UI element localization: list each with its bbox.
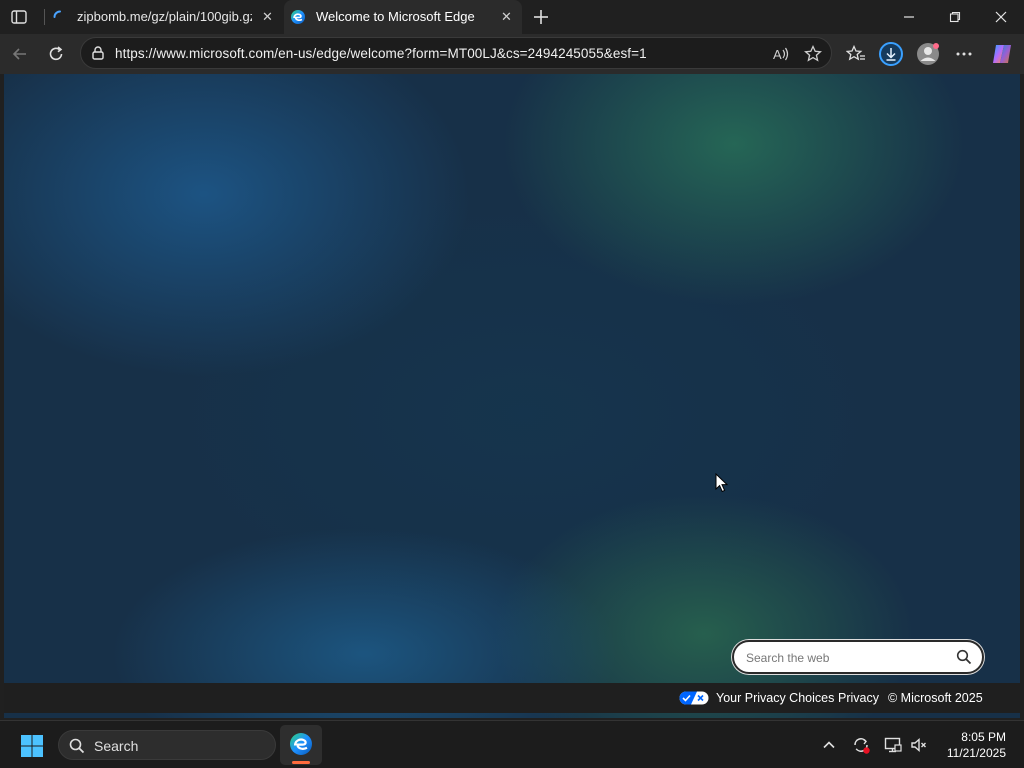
new-tab-button[interactable] — [530, 6, 552, 28]
active-app-indicator — [292, 761, 310, 764]
volume-muted-icon[interactable] — [908, 734, 930, 756]
taskbar-edge-button[interactable] — [280, 725, 322, 765]
title-bar: zipbomb.me/gz/plain/100gib.gz ✕ Welcome … — [0, 0, 1024, 34]
edge-logo-icon — [290, 9, 306, 25]
web-search-input[interactable] — [746, 649, 946, 667]
favorite-star-icon[interactable] — [803, 44, 823, 64]
privacy-choices-link[interactable]: Your Privacy Choices — [716, 691, 834, 705]
loading-spinner-icon — [53, 10, 67, 24]
copilot-icon[interactable] — [988, 40, 1016, 68]
show-hidden-icons-chevron-up-icon[interactable] — [818, 734, 840, 756]
profile-avatar[interactable] — [914, 40, 942, 68]
welcome-page-background — [4, 74, 1020, 718]
search-icon[interactable] — [956, 649, 972, 665]
tab-zipbomb[interactable]: zipbomb.me/gz/plain/100gib.gz ✕ — [48, 0, 282, 34]
network-display-icon[interactable] — [882, 734, 904, 756]
search-icon — [69, 738, 85, 754]
read-aloud-icon[interactable]: A — [771, 44, 791, 64]
web-search-box[interactable] — [732, 640, 984, 674]
windows-taskbar: Search 8:05 PM 11/21/2025 — [0, 720, 1024, 768]
restore-button[interactable] — [932, 0, 978, 34]
clock-date: 11/21/2025 — [946, 746, 1006, 760]
tab-separator — [44, 9, 45, 25]
copyright-text: © Microsoft 2025 — [888, 691, 983, 705]
url-text[interactable]: https://www.microsoft.com/en-us/edge/wel… — [115, 46, 647, 61]
taskbar-search-label: Search — [94, 738, 139, 754]
start-button[interactable] — [20, 734, 44, 758]
taskbar-clock[interactable]: 8:05 PM 11/21/2025 — [947, 729, 1006, 761]
browser-toolbar: https://www.microsoft.com/en-us/edge/wel… — [0, 34, 1024, 74]
privacy-link[interactable]: Privacy — [838, 691, 879, 705]
tab-title: Welcome to Microsoft Edge — [316, 9, 475, 24]
taskbar-search[interactable]: Search — [58, 730, 276, 760]
refresh-button[interactable] — [42, 40, 70, 68]
minimize-button[interactable] — [886, 0, 932, 34]
more-options-icon[interactable] — [950, 40, 978, 68]
tab-welcome-edge[interactable]: Welcome to Microsoft Edge ✕ — [284, 0, 522, 34]
lock-icon[interactable] — [90, 45, 106, 61]
sync-update-icon[interactable] — [850, 734, 872, 756]
edge-logo-icon — [289, 732, 313, 756]
mouse-cursor-icon — [715, 472, 729, 498]
privacy-choices-icon[interactable] — [679, 691, 709, 705]
back-button[interactable] — [6, 40, 34, 68]
tab-title: zipbomb.me/gz/plain/100gib.gz — [77, 9, 252, 24]
downloads-button[interactable] — [877, 40, 905, 68]
address-bar[interactable]: https://www.microsoft.com/en-us/edge/wel… — [80, 37, 832, 69]
close-tab-icon[interactable]: ✕ — [262, 9, 273, 25]
tab-actions-icon[interactable] — [10, 8, 28, 26]
svg-text:A: A — [773, 47, 782, 62]
favorites-button[interactable] — [842, 40, 870, 68]
close-window-button[interactable] — [978, 0, 1024, 34]
close-tab-icon[interactable]: ✕ — [501, 9, 512, 25]
clock-time: 8:05 PM — [961, 730, 1006, 744]
